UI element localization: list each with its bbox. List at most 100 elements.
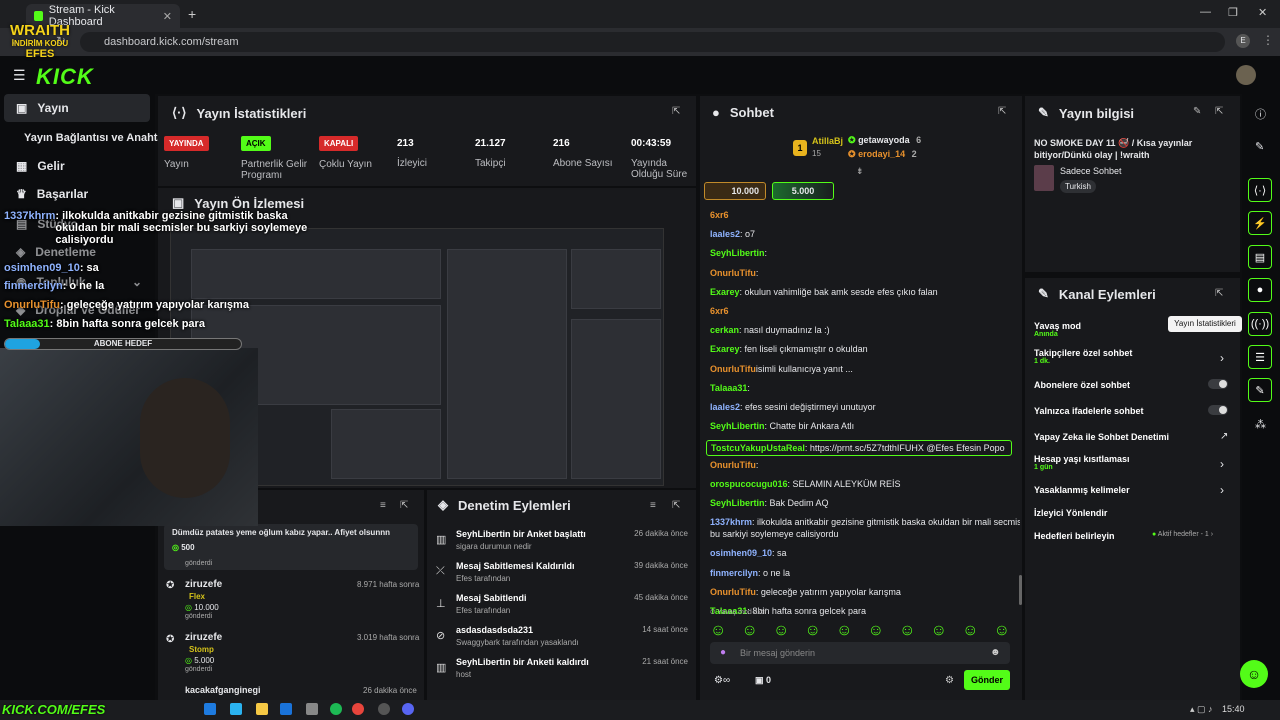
hamburger-menu-icon[interactable]: ☰ <box>13 67 26 84</box>
top-gifter-3[interactable]: ✪ erodayi_14 2 <box>848 149 917 160</box>
emote-icon[interactable]: ☺ <box>899 622 915 639</box>
kick-logo[interactable]: KICK <box>36 64 94 90</box>
info-icon[interactable]: ⓘ <box>1255 106 1266 122</box>
discord-icon[interactable] <box>402 703 414 715</box>
activity-user[interactable]: kacakafganginegi <box>185 685 261 695</box>
chat-username[interactable]: OnurluTifu <box>710 364 756 374</box>
close-tab-icon[interactable]: ✕ <box>163 10 172 23</box>
ai-moderation-row[interactable]: Yapay Zeka ile Sohbet Denetimi <box>1034 432 1169 442</box>
window-close-icon[interactable]: ✕ <box>1258 6 1267 19</box>
toolbar-notes-button[interactable]: ▤ <box>1248 245 1272 269</box>
account-age-row[interactable]: Hesap yaşı kısıtlaması 1 gün <box>1034 454 1130 471</box>
more-icon[interactable]: ⁂ <box>1255 418 1266 431</box>
restore-icon[interactable]: ❐ <box>1228 6 1238 19</box>
nav-item-yayin[interactable]: ▣ Yayın <box>4 94 150 122</box>
chat-username[interactable]: TostcuYakupUstaReal <box>711 443 805 453</box>
emotes-only-toggle[interactable] <box>1208 405 1228 415</box>
new-tab-icon[interactable]: + <box>188 6 196 22</box>
chevron-right-icon[interactable]: › <box>1220 457 1224 471</box>
app-icon[interactable] <box>280 703 292 715</box>
nav-sub-stream-key[interactable]: Yayın Bağlantısı ve Anahtarı <box>24 132 171 144</box>
toolbar-broadcast-button[interactable]: ((·)) <box>1248 312 1272 336</box>
chevron-right-icon[interactable]: › <box>1220 483 1224 497</box>
minimize-icon[interactable]: — <box>1200 6 1211 18</box>
top-gifter-2[interactable]: ✪ getawayoda 6 <box>848 135 921 146</box>
popout-icon[interactable]: ⇱ <box>672 106 680 117</box>
chat-username[interactable]: laales2 <box>710 229 740 239</box>
toolbar-chat-button[interactable]: ● <box>1248 278 1272 302</box>
chat-username[interactable]: laales2 <box>710 402 740 412</box>
chat-username[interactable]: OnurluTifu <box>710 268 756 278</box>
emote-icon[interactable]: ☺ <box>805 622 821 639</box>
category-name[interactable]: Sadece Sohbet <box>1060 166 1122 176</box>
user-avatar[interactable] <box>1236 65 1256 85</box>
goal-chip-2[interactable]: 5.000 <box>772 182 834 200</box>
activity-user[interactable]: ziruzefe <box>185 632 222 643</box>
spotify-icon[interactable] <box>330 703 342 715</box>
obs-icon[interactable] <box>378 703 390 715</box>
top-gifter-name[interactable]: AtillaBj <box>812 136 843 146</box>
settings-left-icon[interactable]: ⚙∞ <box>714 675 730 686</box>
nav-item-basarilar[interactable]: ♛ Başarılar <box>4 180 150 208</box>
chat-username[interactable]: SeyhLibertin <box>710 421 765 431</box>
url-field[interactable]: dashboard.kick.com/stream <box>80 32 1225 52</box>
chevron-right-icon[interactable]: › <box>1220 351 1224 365</box>
emote-icon[interactable]: ☺ <box>931 622 947 639</box>
raid-row[interactable]: İzleyici Yönlendir <box>1034 508 1107 518</box>
emote-icon[interactable]: ☺ <box>962 622 978 639</box>
activity-user[interactable]: ziruzefe <box>185 579 222 590</box>
chat-username[interactable]: orospucocugu016 <box>710 479 788 489</box>
filter-icon[interactable]: ≡ <box>650 500 656 511</box>
subscribers-only-row[interactable]: Abonelere özel sohbet <box>1034 380 1130 390</box>
chat-username[interactable]: osimhen09_10 <box>710 548 772 558</box>
chat-username[interactable]: finmercilyn <box>710 568 758 578</box>
slow-mode-row[interactable]: Yavaş mod Anında <box>1034 321 1081 338</box>
emote-icon[interactable]: ☺ <box>994 622 1010 639</box>
external-link-icon[interactable]: ↗ <box>1220 431 1228 442</box>
profile-avatar[interactable]: E <box>1236 34 1250 48</box>
emote-icon[interactable]: ☺ <box>836 622 852 639</box>
filter-icon[interactable]: ≡ <box>380 500 386 511</box>
chat-username[interactable]: 6xr6 <box>710 306 729 316</box>
chat-username[interactable]: cerkan <box>710 325 739 335</box>
emote-icon[interactable]: ☺ <box>773 622 789 639</box>
toolbar-lightning-button[interactable]: ⚡ <box>1248 211 1272 235</box>
chat-username[interactable]: Talaaa31 <box>710 383 747 393</box>
browser-menu-icon[interactable]: ⋮ <box>1262 33 1274 47</box>
emoji-icon[interactable]: ☻ <box>990 647 1001 658</box>
popout-icon[interactable]: ⇱ <box>400 500 408 511</box>
chat-input[interactable]: ● Bir mesaj gönderin ☻ <box>710 642 1010 664</box>
edit-icon[interactable]: ✎ <box>1255 140 1264 153</box>
chat-username[interactable]: SeyhLibertin <box>710 248 765 258</box>
goal-chip-1[interactable]: 10.000 <box>704 182 766 200</box>
chat-scrollbar[interactable] <box>1019 575 1022 605</box>
app-icon[interactable] <box>230 703 242 715</box>
followers-only-row[interactable]: Takipçilere özel sohbet 1 dk. <box>1034 348 1132 365</box>
chat-username[interactable]: SeyhLibertin <box>710 498 765 508</box>
edit-icon[interactable]: ✎ <box>1193 106 1201 117</box>
chat-username[interactable]: Exarey <box>710 344 740 354</box>
folder-icon[interactable] <box>256 703 268 715</box>
windows-start-icon[interactable] <box>204 703 216 715</box>
app-icon[interactable] <box>306 703 318 715</box>
chat-settings-icon[interactable]: ⚙ <box>945 675 954 686</box>
expand-icon[interactable]: ⇟ <box>856 166 864 177</box>
toolbar-stats-button[interactable]: ⟨·⟩ <box>1248 178 1272 202</box>
goals-row[interactable]: Hedefleri belirleyin <box>1034 531 1115 541</box>
popout-icon[interactable]: ⇱ <box>1215 106 1223 117</box>
popout-icon[interactable]: ⇱ <box>672 500 680 511</box>
emote-icon[interactable]: ☺ <box>868 622 884 639</box>
banned-words-row[interactable]: Yasaklanmış kelimeler <box>1034 485 1130 495</box>
emote-icon[interactable]: ☺ <box>742 622 758 639</box>
popout-icon[interactable]: ⇱ <box>1215 288 1223 299</box>
subscribers-only-toggle[interactable] <box>1208 379 1228 389</box>
chrome-icon[interactable] <box>352 703 364 715</box>
chat-username[interactable]: 1337khrm <box>710 517 752 527</box>
send-button[interactable]: Gönder <box>964 670 1010 690</box>
toolbar-wrench-button[interactable]: ✎ <box>1248 378 1272 402</box>
support-button[interactable]: ☺ <box>1240 660 1268 688</box>
emote-icon[interactable]: ☺ <box>710 622 726 639</box>
nav-item-gelir[interactable]: ▦ Gelir <box>4 152 150 180</box>
toolbar-list-button[interactable]: ☰ <box>1248 345 1272 369</box>
emotes-only-row[interactable]: Yalnızca ifadelerle sohbet <box>1034 406 1144 416</box>
